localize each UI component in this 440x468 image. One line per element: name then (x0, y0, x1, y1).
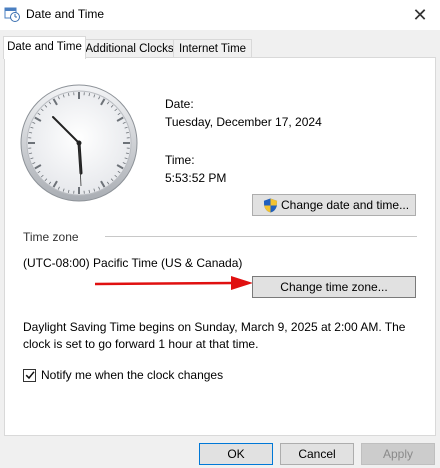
window-title: Date and Time (26, 7, 105, 21)
date-value: Tuesday, December 17, 2024 (165, 115, 322, 129)
dst-info-line2: clock is set to go forward 1 hour at tha… (23, 337, 259, 351)
time-label: Time: (165, 153, 195, 167)
dst-info-line1: Daylight Saving Time begins on Sunday, M… (23, 320, 406, 334)
change-time-zone-button[interactable]: Change time zone... (252, 276, 416, 298)
calendar-clock-icon (4, 7, 20, 22)
close-button[interactable]: ✕ (400, 0, 440, 30)
apply-button[interactable]: Apply (361, 443, 435, 465)
tab-panel: Date: Tuesday, December 17, 2024 Time: 5… (4, 57, 436, 436)
ok-button[interactable]: OK (199, 443, 273, 465)
tab-additional-clocks[interactable]: Additional Clocks (84, 39, 175, 58)
analog-clock (20, 84, 138, 202)
change-date-time-button[interactable]: Change date and time... (252, 194, 416, 216)
cancel-button[interactable]: Cancel (280, 443, 354, 465)
time-zone-value: (UTC-08:00) Pacific Time (US & Canada) (23, 256, 243, 270)
tab-date-and-time[interactable]: Date and Time (3, 36, 86, 59)
close-icon: ✕ (412, 5, 428, 25)
tab-internet-time[interactable]: Internet Time (173, 39, 252, 58)
date-label: Date: (165, 97, 194, 111)
red-arrow-annotation (95, 276, 253, 290)
time-value: 5:53:52 PM (165, 171, 227, 185)
notify-checkbox[interactable] (23, 369, 36, 382)
checkmark-icon (25, 371, 35, 380)
change-date-time-label: Change date and time... (281, 198, 410, 212)
section-divider (105, 236, 417, 237)
notify-label[interactable]: Notify me when the clock changes (41, 368, 223, 382)
tab-bar: Date and Time Additional Clocks Internet… (0, 36, 440, 59)
title-bar: Date and Time ✕ (0, 0, 440, 30)
time-zone-section-label: Time zone (23, 230, 79, 244)
uac-shield-icon (263, 198, 278, 213)
